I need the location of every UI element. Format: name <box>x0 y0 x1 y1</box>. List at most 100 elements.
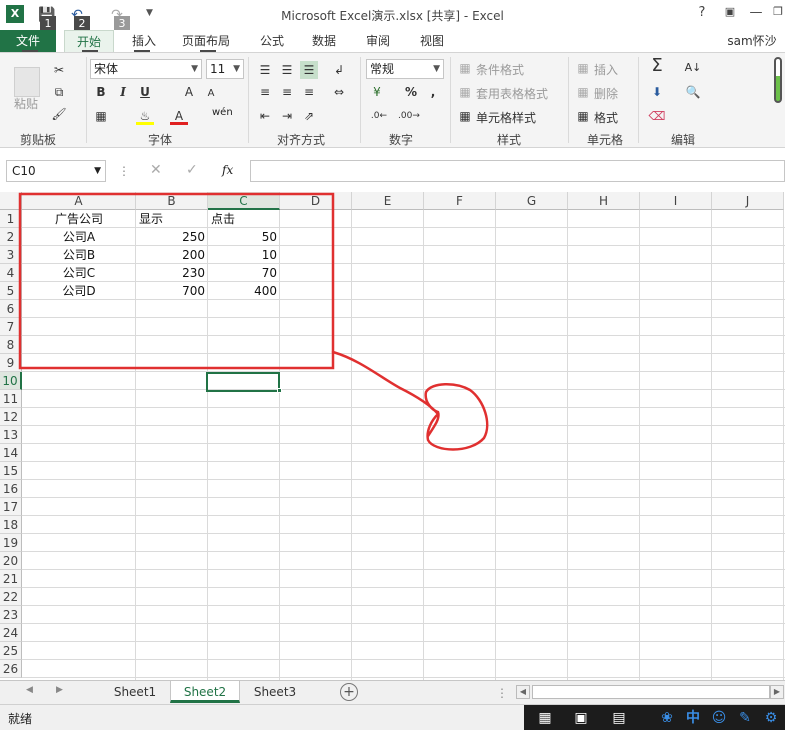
find-select-icon[interactable]: 🔍 <box>684 83 702 101</box>
comma-button[interactable]: , <box>424 83 442 101</box>
currency-icon[interactable]: ¥ <box>368 83 386 101</box>
align-right-icon[interactable]: ≡ <box>300 83 318 101</box>
add-sheet-button[interactable]: + <box>340 683 358 701</box>
chevron-down-icon: ▼ <box>94 166 101 176</box>
phonetic-button[interactable]: wén <box>212 107 233 118</box>
styles-group-label: 样式 <box>496 133 521 147</box>
tab-formulas[interactable]: 公式 <box>254 30 290 52</box>
paw-icon[interactable]: ❀ <box>658 710 676 726</box>
decrease-indent-icon[interactable]: ⇤ <box>256 107 274 125</box>
tab-page-layout[interactable]: 页面布局 <box>176 30 236 52</box>
align-left-icon[interactable]: ≡ <box>256 83 274 101</box>
status-bar: 就绪 ▦ ▣ ▤ ❀ 中 ☺ ✎ ⚙ <box>0 704 785 730</box>
number-group-label: 数字 <box>388 133 413 147</box>
borders-icon[interactable]: ▦ <box>92 107 110 125</box>
tab-view[interactable]: 视图 <box>414 30 450 52</box>
font-size-combo[interactable]: 11 ▼ <box>206 59 244 79</box>
font-name-combo[interactable]: 宋体 ▼ <box>90 59 202 79</box>
percent-button[interactable]: % <box>402 83 420 101</box>
paste-icon[interactable] <box>14 67 40 97</box>
tab-file[interactable]: 文件 <box>0 30 56 52</box>
italic-button[interactable]: I <box>114 83 132 101</box>
align-top-icon[interactable]: ☰ <box>256 61 274 79</box>
autosum-icon[interactable]: Σ <box>648 57 666 75</box>
format-cells-icon[interactable]: ▦ <box>574 107 592 125</box>
number-format-combo[interactable]: 常规 ▼ <box>366 59 444 79</box>
bold-button[interactable]: B <box>92 83 110 101</box>
formula-input[interactable] <box>250 160 785 182</box>
cell-styles-icon[interactable]: ▦ <box>456 107 474 125</box>
user-name[interactable]: sam怀沙 <box>722 30 782 52</box>
sheet-tab-sheet1[interactable]: Sheet1 <box>102 681 168 703</box>
delete-cells-button[interactable]: 删除 <box>594 85 618 102</box>
font-size-value: 11 <box>210 62 226 76</box>
horizontal-scrollbar[interactable] <box>532 685 770 699</box>
format-painter-icon[interactable]: 🖌 <box>50 105 68 123</box>
formula-bar: C10 ▼ ⋮ ✕ ✓ fx <box>0 156 785 186</box>
grow-font-button[interactable]: A <box>180 83 198 101</box>
worksheet-grid[interactable]: ABCDEFGHIJ 1 2 3 4 5 6 7 8 9 10 11 12 13 14 15 16 17 18 19… <box>0 192 785 680</box>
alignment-group-label: 对齐方式 <box>276 133 325 147</box>
align-bottom-icon[interactable]: ☰ <box>300 61 318 79</box>
sort-filter-icon[interactable]: A↓ <box>684 59 702 77</box>
paste-button[interactable]: 粘贴 <box>14 95 38 112</box>
increase-decimal-icon[interactable]: .0← <box>370 107 388 125</box>
insert-cells-icon[interactable]: ▦ <box>574 59 592 77</box>
status-text: 就绪 <box>8 712 33 726</box>
restore-icon[interactable]: ❐ <box>768 5 785 18</box>
conditional-format-button[interactable]: 条件格式 <box>476 61 524 78</box>
insert-cells-button[interactable]: 插入 <box>594 61 618 78</box>
help-button[interactable]: ? <box>692 5 712 20</box>
ime-language[interactable]: 中 <box>684 710 702 726</box>
clipboard-group-label: 剪贴板 <box>19 133 56 147</box>
name-box[interactable]: C10 ▼ <box>6 160 106 182</box>
split-handle-icon[interactable]: ⋮ <box>496 686 508 700</box>
format-table-button[interactable]: 套用表格格式 <box>476 85 548 102</box>
align-center-icon[interactable]: ≡ <box>278 83 296 101</box>
hscroll-right-icon[interactable]: ▶ <box>770 685 784 699</box>
sheet-tab-sheet3[interactable]: Sheet3 <box>242 681 308 703</box>
increase-indent-icon[interactable]: ⇥ <box>278 107 296 125</box>
insert-function-button[interactable]: fx <box>222 163 233 177</box>
sheet-tab-sheet2[interactable]: Sheet2 <box>170 681 240 703</box>
page-break-view-icon[interactable]: ▤ <box>610 710 628 726</box>
fill-color-icon[interactable]: ♨ <box>136 107 154 125</box>
tab-home[interactable]: 开始 <box>64 30 114 52</box>
clear-icon[interactable]: ⌫ <box>648 107 666 125</box>
cell-styles-button[interactable]: 单元格样式 <box>476 109 536 126</box>
font-color-button[interactable]: A <box>170 107 188 125</box>
scroll-right-icon[interactable]: ▶ <box>56 685 63 695</box>
conditional-format-icon[interactable]: ▦ <box>456 59 474 77</box>
tab-review[interactable]: 审阅 <box>360 30 396 52</box>
cut-icon[interactable]: ✂ <box>50 61 68 79</box>
enter-icon[interactable]: ✓ <box>186 162 198 178</box>
window-title: Microsoft Excel演示.xlsx [共享] - Excel <box>281 9 504 23</box>
tab-insert[interactable]: 插入 <box>124 30 164 52</box>
merge-center-icon[interactable]: ⇔ <box>330 83 348 101</box>
align-middle-icon[interactable]: ☰ <box>278 61 296 79</box>
wrap-text-icon[interactable]: ↲ <box>330 61 348 79</box>
underline-button[interactable]: U <box>136 83 154 101</box>
settings-gear-icon[interactable]: ⚙ <box>762 710 780 726</box>
decrease-decimal-icon[interactable]: .00→ <box>398 107 420 125</box>
pen-icon[interactable]: ✎ <box>736 710 754 726</box>
fill-icon[interactable]: ⬇ <box>648 83 666 101</box>
format-cells-button[interactable]: 格式 <box>594 109 618 126</box>
page-layout-view-icon[interactable]: ▣ <box>572 710 590 726</box>
cancel-icon[interactable]: ✕ <box>150 162 162 178</box>
shrink-font-button[interactable]: A <box>202 85 220 103</box>
chevron-down-icon: ▼ <box>433 64 440 74</box>
minimize-icon[interactable]: — <box>746 5 766 20</box>
orientation-icon[interactable]: ⇗ <box>300 107 318 125</box>
normal-view-icon[interactable]: ▦ <box>536 710 554 726</box>
format-table-icon[interactable]: ▦ <box>456 83 474 101</box>
scroll-left-icon[interactable]: ◀ <box>26 685 33 695</box>
copy-icon[interactable]: ⧉ <box>50 83 68 101</box>
ribbon-display-icon[interactable]: ▣ <box>720 5 740 18</box>
emoji-icon[interactable]: ☺ <box>710 710 728 726</box>
hscroll-left-icon[interactable]: ◀ <box>516 685 530 699</box>
tab-data[interactable]: 数据 <box>306 30 342 52</box>
separator <box>360 57 361 143</box>
number-format-value: 常规 <box>370 62 395 76</box>
delete-cells-icon[interactable]: ▦ <box>574 83 592 101</box>
